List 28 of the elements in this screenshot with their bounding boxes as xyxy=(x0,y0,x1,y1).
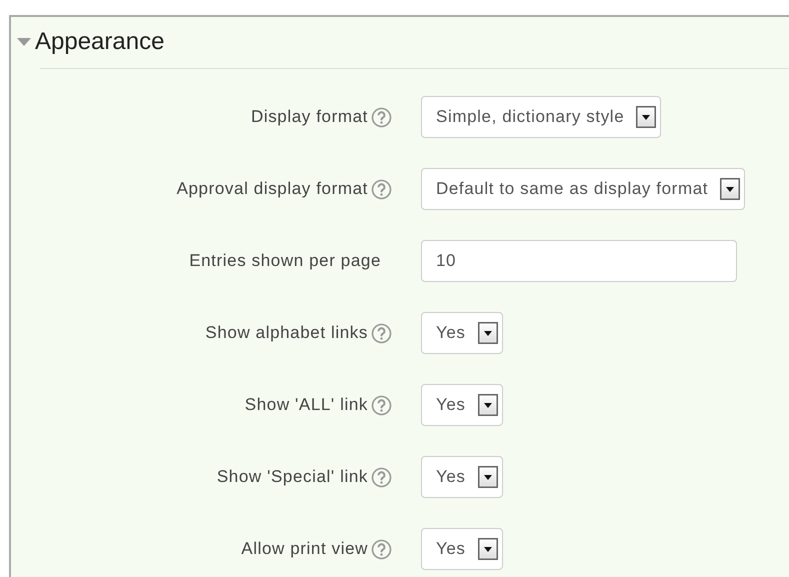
caret-icon xyxy=(478,538,498,560)
caret-icon xyxy=(478,394,498,416)
caret-icon xyxy=(636,106,656,128)
dropdown[interactable]: Yes xyxy=(421,312,503,354)
field-label: Display format xyxy=(250,107,368,127)
field-label: Show 'Special' link xyxy=(216,467,368,487)
help-icon[interactable] xyxy=(371,178,392,200)
field-label: Show alphabet links xyxy=(205,323,368,343)
help-icon[interactable] xyxy=(371,466,392,488)
field-label: Show 'ALL' link xyxy=(244,395,368,415)
section-title[interactable]: Appearance xyxy=(35,28,164,56)
help-icon[interactable] xyxy=(371,322,392,344)
caret-icon xyxy=(720,178,740,200)
dropdown[interactable]: Yes xyxy=(421,384,503,426)
help-icon[interactable] xyxy=(371,394,392,416)
field-label: Allow print view xyxy=(241,539,368,559)
input-field[interactable]: 10 xyxy=(421,240,737,282)
collapse-icon[interactable] xyxy=(17,38,31,46)
caret-icon xyxy=(478,322,498,344)
help-icon[interactable] xyxy=(371,106,392,128)
field-label: Entries shown per page xyxy=(189,251,381,271)
field-label: Approval display format xyxy=(176,179,368,199)
dropdown[interactable]: Yes xyxy=(421,456,503,498)
caret-icon xyxy=(478,466,498,488)
dropdown[interactable]: Yes xyxy=(421,528,503,570)
dropdown[interactable]: Default to same as display format xyxy=(421,168,746,210)
help-icon[interactable] xyxy=(371,538,392,560)
dropdown[interactable]: Simple, dictionary style xyxy=(421,96,662,138)
